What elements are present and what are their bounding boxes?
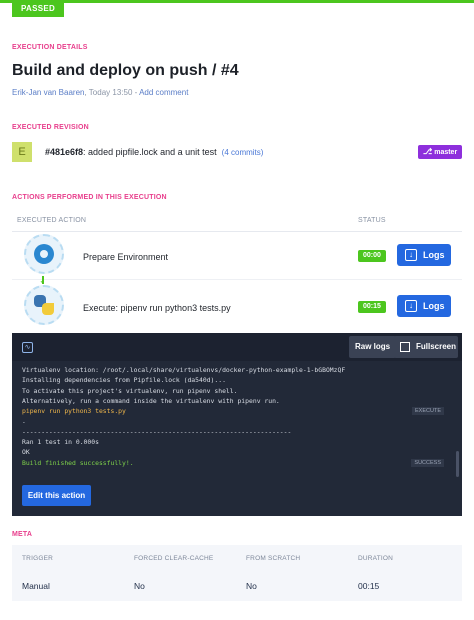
gear-icon [24, 234, 64, 274]
action-name[interactable]: Prepare Environment [83, 252, 168, 262]
revision-message: : added pipfile.lock and a unit test [83, 147, 217, 157]
execution-time: Today 13:50 [88, 88, 133, 97]
col-status: STATUS [358, 217, 386, 224]
log-scrollbar[interactable] [456, 451, 459, 477]
raw-logs-button[interactable]: Raw logs [349, 336, 397, 358]
log-line-success: Build finished successfully!. SUCCESS [22, 458, 452, 468]
duration-badge: 00:00 [358, 250, 386, 262]
execute-tag: EXECUTE [412, 407, 444, 416]
logs-label: Logs [423, 250, 445, 260]
action-row-execute[interactable]: Execute: pipenv run python3 tests.py 00:… [12, 283, 462, 331]
success-tag: SUCCESS [411, 458, 444, 467]
logs-icon: ↓ [405, 300, 417, 312]
col-executed-action: EXECUTED ACTION [17, 217, 87, 224]
commits-link[interactable]: (4 commits) [222, 148, 264, 157]
section-label-actions: ACTIONS PERFORMED IN THIS EXECUTION [12, 194, 167, 201]
meta-header-clear-cache: FORCED CLEAR-CACHE [134, 555, 214, 562]
add-comment-link[interactable]: Add comment [139, 88, 188, 97]
actions-table-header: EXECUTED ACTION STATUS [12, 210, 462, 232]
logs-label: Logs [423, 301, 445, 311]
revision-summary: #481e6f8: added pipfile.lock and a unit … [45, 147, 263, 157]
meta-value-clear-cache: No [134, 581, 145, 591]
action-row-prepare[interactable]: Prepare Environment 00:00 ↓ Logs [12, 232, 462, 280]
meta-header-from-scratch: FROM SCRATCH [246, 555, 301, 562]
action-name[interactable]: Execute: pipenv run python3 tests.py [83, 303, 231, 313]
branch-icon: ⎇ [423, 147, 433, 156]
page-title: Build and deploy on push / #4 [12, 62, 239, 79]
duration-badge: 00:15 [358, 301, 386, 313]
log-line: Alternatively, run a command inside the … [22, 396, 280, 405]
log-line: OK [22, 448, 30, 457]
log-line: Virtualenv location: /root/.local/share/… [22, 366, 346, 374]
logs-button[interactable]: ↓ Logs [397, 295, 451, 317]
status-badge: PASSED [12, 0, 65, 17]
meta-header-trigger: TRIGGER [22, 555, 54, 562]
log-output[interactable]: Virtualenv location: /root/.local/share/… [22, 365, 452, 468]
revision-hash[interactable]: #481e6f8 [45, 147, 83, 157]
fullscreen-button[interactable]: Fullscreen [394, 336, 458, 358]
meta-table: TRIGGER FORCED CLEAR-CACHE FROM SCRATCH … [12, 545, 462, 601]
log-line: ----------------------------------------… [22, 427, 292, 436]
meta-header-duration: DURATION [358, 555, 394, 562]
section-label-executed-revision: EXECUTED REVISION [12, 124, 89, 131]
log-toolbar: ∿ Raw logs Fullscreen [12, 333, 462, 361]
logs-icon: ↓ [405, 249, 417, 261]
python-icon [24, 285, 64, 325]
branch-badge[interactable]: ⎇ master [418, 145, 463, 159]
log-command-text: pipenv run python3 tests.py [22, 407, 126, 416]
section-label-execution-details: EXECUTION DETAILS [12, 44, 88, 51]
log-line: Installing dependencies from Pipfile.loc… [22, 376, 226, 385]
branch-name: master [434, 149, 458, 156]
log-line: To activate this project's virtualenv, r… [22, 386, 238, 395]
log-line-command: pipenv run python3 tests.py EXECUTE [22, 406, 452, 416]
avatar: E [12, 142, 32, 162]
author-link[interactable]: Erik-Jan van Baaren [12, 88, 84, 97]
execution-byline: Erik-Jan van Baaren, Today 13:50 - Add c… [12, 88, 188, 97]
status-bar [0, 0, 474, 3]
section-label-meta: META [12, 531, 33, 538]
fullscreen-icon [400, 342, 410, 352]
meta-value-trigger: Manual [22, 581, 50, 591]
edit-action-button[interactable]: Edit this action [22, 485, 91, 506]
fullscreen-label: Fullscreen [416, 342, 457, 351]
logs-button[interactable]: ↓ Logs [397, 244, 451, 266]
log-success-text: Build finished successfully!. [22, 458, 134, 467]
log-line: Ran 1 test in 0.000s [22, 438, 99, 447]
meta-value-from-scratch: No [246, 581, 257, 591]
meta-value-duration: 00:15 [358, 581, 380, 591]
activity-icon: ∿ [22, 342, 33, 353]
log-line: . [22, 417, 26, 426]
